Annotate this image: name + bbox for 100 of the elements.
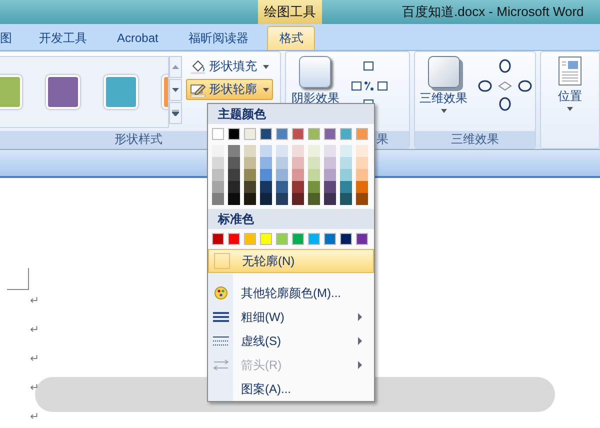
color-swatch[interactable] — [228, 193, 240, 205]
color-swatch[interactable] — [356, 145, 368, 157]
color-swatch[interactable] — [308, 193, 320, 205]
color-swatch[interactable] — [260, 193, 272, 205]
color-swatch[interactable] — [244, 181, 256, 193]
color-swatch[interactable] — [260, 145, 272, 157]
color-swatch[interactable] — [212, 169, 224, 181]
shape-outline-button[interactable]: 形状轮廓 — [186, 79, 273, 100]
color-swatch[interactable] — [308, 128, 320, 140]
color-swatch[interactable] — [340, 193, 352, 205]
color-swatch[interactable] — [228, 128, 240, 140]
color-swatch[interactable] — [244, 145, 256, 157]
3d-effects-button[interactable]: 三维效果 — [414, 56, 473, 113]
caret-icon — [263, 64, 269, 68]
color-swatch[interactable] — [228, 145, 240, 157]
menu-item[interactable]: 虚线(S) — [208, 329, 374, 353]
color-swatch[interactable] — [340, 233, 352, 245]
color-swatch[interactable] — [212, 233, 224, 245]
menu-item[interactable]: 其他轮廓颜色(M)... — [208, 281, 374, 305]
color-swatch[interactable] — [356, 193, 368, 205]
color-swatch[interactable] — [292, 181, 304, 193]
color-swatch[interactable] — [244, 233, 256, 245]
color-swatch[interactable] — [324, 157, 336, 169]
color-swatch[interactable] — [356, 181, 368, 193]
pencil-icon — [190, 82, 206, 96]
color-swatch[interactable] — [244, 169, 256, 181]
color-swatch[interactable] — [324, 145, 336, 157]
color-swatch[interactable] — [212, 193, 224, 205]
color-swatch[interactable] — [356, 169, 368, 181]
down-arrow-icon — [172, 88, 179, 92]
caret-icon — [263, 88, 269, 92]
color-swatch[interactable] — [244, 193, 256, 205]
color-swatch[interactable] — [244, 128, 256, 140]
scroll-up-button[interactable] — [169, 56, 182, 78]
ribbon-tab[interactable]: 格式 — [267, 26, 316, 50]
menu-heading: 标准色 — [208, 209, 374, 229]
color-swatch[interactable] — [244, 157, 256, 169]
color-swatch[interactable] — [276, 169, 288, 181]
paragraph-mark: ↵ — [30, 294, 40, 309]
more-button[interactable] — [169, 102, 182, 124]
color-swatch[interactable] — [356, 128, 368, 140]
color-swatch[interactable] — [324, 128, 336, 140]
shadow-effects-button[interactable]: 阴影效果 — [286, 56, 344, 107]
line-weight-icon — [212, 312, 228, 322]
menu-item[interactable]: 粗细(W) — [208, 305, 374, 329]
color-swatch[interactable] — [276, 157, 288, 169]
color-swatch[interactable] — [292, 193, 304, 205]
color-swatch[interactable] — [212, 181, 224, 193]
color-swatch[interactable] — [340, 145, 352, 157]
color-swatch[interactable] — [340, 169, 352, 181]
color-swatch[interactable] — [276, 181, 288, 193]
color-swatch[interactable] — [212, 145, 224, 157]
color-swatch[interactable] — [340, 157, 352, 169]
color-swatch[interactable] — [260, 157, 272, 169]
color-swatch[interactable] — [228, 157, 240, 169]
menu-item[interactable]: 图案(A)... — [208, 377, 374, 401]
color-swatch[interactable] — [308, 169, 320, 181]
color-swatch[interactable] — [228, 181, 240, 193]
ribbon-tab[interactable]: 福昕阅读器 — [177, 26, 260, 50]
color-swatch[interactable] — [276, 145, 288, 157]
page-icon — [558, 56, 582, 86]
color-swatch[interactable] — [212, 157, 224, 169]
color-swatch[interactable] — [292, 128, 304, 140]
color-swatch[interactable] — [228, 233, 240, 245]
menu-item[interactable]: 无轮廓(N) — [208, 249, 374, 273]
color-swatch[interactable] — [340, 128, 352, 140]
color-swatch[interactable] — [228, 169, 240, 181]
ribbon-tab[interactable]: 图 — [0, 26, 20, 50]
color-swatch[interactable] — [340, 181, 352, 193]
ribbon-tab[interactable]: Acrobat — [106, 26, 170, 50]
shape-style-swatch[interactable] — [104, 75, 138, 109]
submenu-arrow-icon — [358, 313, 362, 321]
shape-style-swatch[interactable] — [46, 75, 80, 109]
color-swatch[interactable] — [212, 128, 224, 140]
color-swatch[interactable] — [324, 193, 336, 205]
window-title: 百度知道.docx - Microsoft Word — [402, 3, 584, 21]
color-swatch[interactable] — [260, 233, 272, 245]
color-swatch[interactable] — [308, 157, 320, 169]
color-swatch[interactable] — [292, 233, 304, 245]
color-swatch[interactable] — [276, 233, 288, 245]
color-swatch[interactable] — [292, 169, 304, 181]
color-swatch[interactable] — [276, 128, 288, 140]
color-swatch[interactable] — [260, 169, 272, 181]
ribbon-tab[interactable]: 开发工具 — [28, 26, 98, 50]
color-swatch[interactable] — [356, 233, 368, 245]
context-tab-label: 绘图工具 — [258, 0, 322, 24]
scroll-down-button[interactable] — [169, 79, 182, 101]
color-swatch[interactable] — [324, 169, 336, 181]
color-swatch[interactable] — [276, 193, 288, 205]
color-swatch[interactable] — [308, 233, 320, 245]
color-swatch[interactable] — [324, 233, 336, 245]
shape-fill-button[interactable]: 形状填充 — [186, 56, 273, 77]
color-swatch[interactable] — [324, 181, 336, 193]
color-swatch[interactable] — [260, 128, 272, 140]
color-swatch[interactable] — [292, 145, 304, 157]
color-swatch[interactable] — [356, 157, 368, 169]
color-swatch[interactable] — [292, 157, 304, 169]
color-swatch[interactable] — [308, 145, 320, 157]
color-swatch[interactable] — [308, 181, 320, 193]
color-swatch[interactable] — [260, 181, 272, 193]
